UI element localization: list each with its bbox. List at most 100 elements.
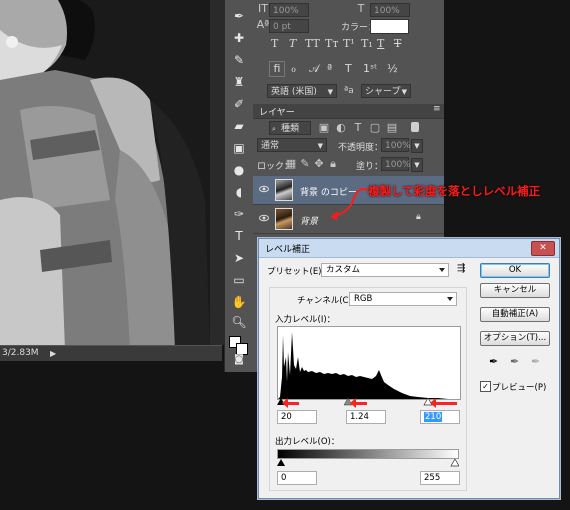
input-gamma-field[interactable]: 1.24	[346, 410, 386, 424]
opacity-label: 不透明度：	[338, 143, 384, 153]
filter-shape-icon[interactable]: ▢	[367, 121, 383, 135]
horizontal-scale-icon: T	[357, 2, 365, 15]
visibility-eye-icon[interactable]	[259, 184, 269, 194]
titling-icon[interactable]: T	[345, 62, 352, 75]
auto-button[interactable]: 自動補正(A)	[480, 307, 550, 322]
red-marker-black-point	[282, 398, 299, 408]
subscript-button[interactable]: T₁	[361, 37, 373, 50]
layers-tab[interactable]: レイヤー	[259, 105, 295, 118]
clone-stamp-tool-icon[interactable]: ♜	[230, 74, 248, 90]
type-tool-icon[interactable]: T	[230, 228, 248, 244]
close-icon[interactable]: ✕	[531, 241, 555, 256]
channel-select[interactable]: RGB	[349, 292, 457, 306]
photo-image	[0, 0, 210, 350]
antialias-value: シャープ	[365, 87, 401, 97]
baseline-shift-field[interactable]: 0 pt	[269, 19, 309, 33]
output-levels-label: 出力レベル(O)：	[275, 437, 340, 447]
superscript-button[interactable]: T¹	[343, 37, 355, 50]
layer-name[interactable]: 背景	[300, 214, 318, 227]
filter-type-icon[interactable]: T	[350, 121, 366, 135]
strikethrough-button[interactable]: T	[394, 37, 401, 50]
input-black-field[interactable]: 20	[277, 410, 317, 424]
document-size-text: 3/2.83M	[2, 348, 39, 358]
white-eyedropper-icon[interactable]: ✒	[531, 355, 540, 368]
output-slider-handles	[277, 458, 460, 467]
status-menu-arrow-icon[interactable]: ▶	[50, 346, 56, 361]
antialias-select[interactable]: シャープ ▼	[361, 84, 411, 98]
small-caps-button[interactable]: Tт	[325, 37, 338, 50]
opacity-field[interactable]: 100%	[381, 138, 411, 152]
fill-field[interactable]: 100%	[381, 157, 411, 171]
horizontal-scale-field[interactable]: 100%	[370, 3, 410, 17]
cancel-button[interactable]: キャンセル	[480, 283, 550, 298]
swash-icon[interactable]: 𝒜	[309, 62, 319, 76]
preset-options-icon[interactable]: ⇶	[457, 263, 465, 274]
preview-label: プレビュー(P)	[492, 383, 547, 393]
ordinal-icon[interactable]: 1ˢᵗ	[363, 62, 377, 75]
output-slider-track[interactable]	[277, 458, 460, 467]
zoom-tool-icon[interactable]: 🔍︎	[230, 314, 248, 330]
document-canvas[interactable]	[0, 0, 210, 350]
preset-select[interactable]: カスタム	[321, 263, 449, 277]
annotation-text: 複製して彩度を落としレベル補正	[368, 184, 541, 198]
visibility-eye-icon[interactable]	[259, 213, 269, 223]
underline-button[interactable]: T	[377, 37, 384, 50]
opacity-dropdown-icon[interactable]: ▼	[411, 139, 423, 153]
language-select[interactable]: 英語 (米国) ▼	[267, 84, 337, 98]
input-white-field[interactable]: 210	[420, 410, 460, 424]
output-white-field[interactable]: 255	[420, 471, 460, 485]
filter-kind-select[interactable]: 種類 ⌕	[269, 121, 311, 135]
chevron-down-icon: ▼	[401, 88, 407, 96]
input-white-value: 210	[424, 412, 443, 422]
ok-button[interactable]: OK	[480, 263, 550, 278]
filter-toggle-icon[interactable]	[411, 122, 419, 132]
path-selection-tool-icon[interactable]: ➤	[230, 250, 248, 266]
red-marker-gamma	[350, 398, 367, 408]
vertical-scale-field[interactable]: 100%	[269, 3, 309, 17]
channel-value: RGB	[354, 294, 373, 304]
canvas-gutter	[210, 0, 224, 345]
black-eyedropper-icon[interactable]: ✒	[489, 355, 498, 368]
blend-mode-select[interactable]: 通常 ▼	[257, 138, 327, 152]
ligature-button[interactable]: fi	[269, 61, 285, 77]
pen-tool-icon[interactable]: ✑	[230, 206, 248, 222]
discretionary-ligature-icon[interactable]: ℴ	[291, 62, 296, 75]
stylistic-alt-icon[interactable]: ª	[327, 62, 332, 75]
hand-tool-icon[interactable]: ✋	[230, 294, 248, 310]
brush-tool-icon[interactable]: ✎	[230, 52, 248, 68]
language-value: 英語 (米国)	[271, 87, 317, 97]
document-status-bar: 3/2.83M ▶	[0, 345, 222, 361]
history-brush-tool-icon[interactable]: ✐	[230, 96, 248, 112]
fraction-icon[interactable]: ½	[387, 62, 398, 75]
dialog-titlebar[interactable]: レベル補正 ✕	[259, 239, 559, 258]
fill-dropdown-icon[interactable]: ▼	[411, 158, 423, 172]
rectangle-tool-icon[interactable]: ▭	[230, 272, 248, 288]
chevron-down-icon: ▼	[317, 142, 323, 150]
options-button[interactable]: オプション(T)...	[480, 331, 550, 346]
faux-bold-button[interactable]: T	[271, 37, 278, 50]
chevron-down-icon	[447, 297, 453, 301]
histogram	[277, 326, 461, 400]
dodge-tool-icon[interactable]: ◖	[230, 184, 248, 200]
gradient-tool-icon[interactable]: ▣	[230, 140, 248, 156]
filter-adjustment-icon[interactable]: ◐	[333, 121, 349, 135]
healing-brush-tool-icon[interactable]: ✚	[230, 30, 248, 46]
quick-mask-icon[interactable]: ◙	[230, 352, 248, 368]
filter-pixel-icon[interactable]: ▣	[316, 121, 332, 135]
faux-italic-button[interactable]: T	[289, 37, 296, 50]
gray-eyedropper-icon[interactable]: ✒	[510, 355, 519, 368]
text-color-swatch[interactable]	[370, 19, 409, 34]
search-icon: ⌕	[272, 125, 276, 133]
layer-thumbnail	[275, 179, 293, 201]
output-black-field[interactable]: 0	[277, 471, 317, 485]
tools-panel: ✒ ✚ ✎ ♜ ✐ ▰ ▣ ● ◖ ✑ T ➤ ▭ ✋ 🔍︎ ◙	[224, 0, 254, 372]
panel-menu-icon[interactable]: ≡	[433, 104, 441, 114]
lock-all-icon[interactable]: 🔒︎	[325, 157, 341, 171]
blur-tool-icon[interactable]: ●	[230, 162, 248, 178]
preview-checkbox[interactable]: ✓	[480, 381, 491, 392]
eyedropper-tool-icon[interactable]: ✒	[230, 8, 248, 24]
eraser-tool-icon[interactable]: ▰	[230, 118, 248, 134]
all-caps-button[interactable]: TT	[305, 37, 320, 50]
layer-thumbnail	[275, 208, 293, 230]
filter-smartobject-icon[interactable]: ▤	[384, 121, 400, 135]
